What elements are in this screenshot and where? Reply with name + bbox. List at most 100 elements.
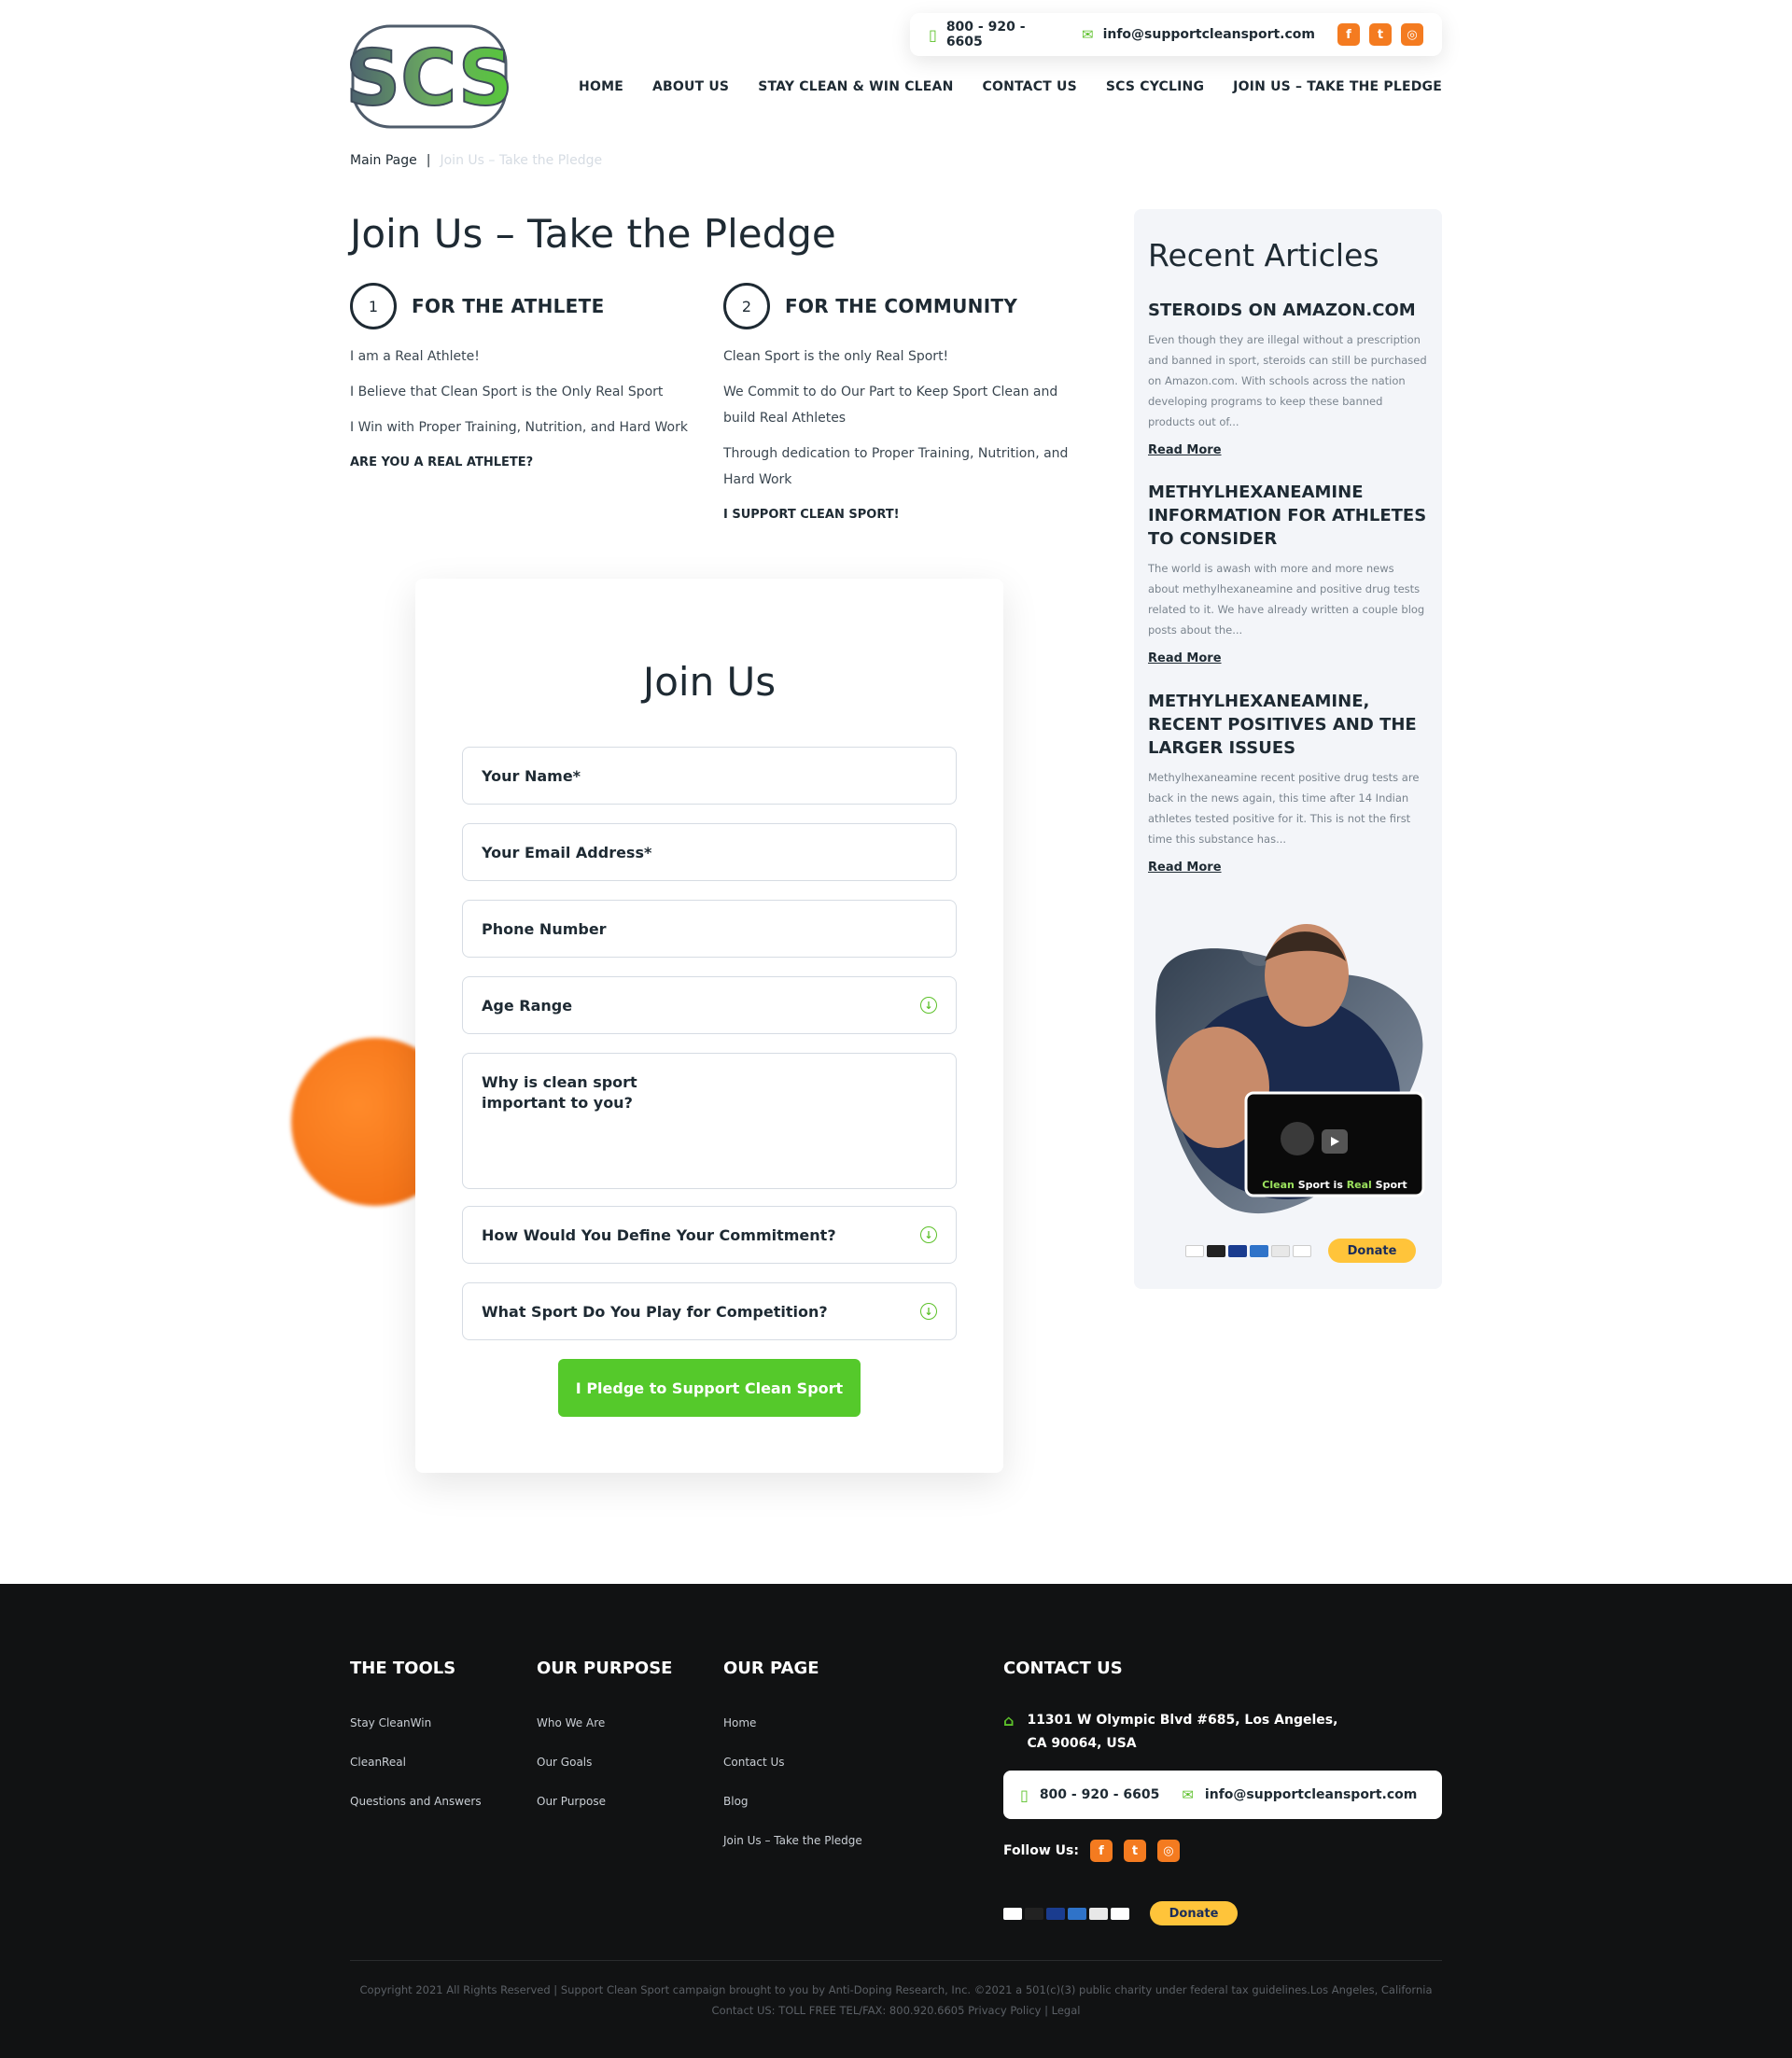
why-placeholder: Why is clean sport important to you?: [482, 1073, 637, 1112]
read-more-link[interactable]: Read More: [1148, 651, 1428, 665]
email-placeholder: Your Email Address*: [482, 843, 652, 861]
facebook-icon[interactable]: f: [1337, 23, 1360, 46]
chevron-down-icon: ↓: [920, 1303, 937, 1320]
article-card: METHYLHEXANEAMINE INFORMATION FOR ATHLET…: [1148, 481, 1428, 665]
footer-link[interactable]: Join Us – Take the Pledge: [723, 1821, 862, 1860]
sidebar-title: Recent Articles: [1148, 237, 1379, 273]
community-line: Clean Sport is the only Real Sport!: [723, 349, 949, 364]
address-line: CA 90064, USA: [1027, 1736, 1137, 1751]
breadcrumb: Main Page | Join Us – Take the Pledge: [350, 153, 602, 168]
header-email-text: info@supportcleansport.com: [1102, 27, 1315, 42]
age-range-select[interactable]: Age Range ↓: [462, 976, 957, 1034]
breadcrumb-home[interactable]: Main Page: [350, 153, 417, 168]
instagram-icon[interactable]: ◎: [1156, 1840, 1180, 1862]
footer-link[interactable]: Who We Are: [537, 1703, 606, 1743]
footer-purpose-title: OUR PURPOSE: [537, 1659, 673, 1678]
footer-contact-bar: ▯ 800 - 920 - 6605 ✉ info@supportcleansp…: [1003, 1771, 1442, 1819]
footer-link[interactable]: Contact Us: [723, 1743, 862, 1782]
age-range-label: Age Range: [482, 996, 573, 1015]
nav-join-us[interactable]: JOIN US – TAKE THE PLEDGE: [1233, 79, 1442, 94]
mail-icon: ✉: [1081, 26, 1094, 43]
twitter-icon[interactable]: t: [1123, 1840, 1146, 1862]
footer-link[interactable]: Our Purpose: [537, 1782, 606, 1821]
form-title: Join Us: [642, 659, 777, 705]
footer-email[interactable]: info@supportcleansport.com: [1205, 1787, 1417, 1802]
main-nav: HOME ABOUT US STAY CLEAN & WIN CLEAN CON…: [579, 79, 1442, 94]
footer-tools-list: Stay CleanWin CleanReal Questions and An…: [350, 1703, 482, 1821]
header-phone-text: 800 - 920 - 6605: [945, 20, 1026, 49]
athlete-video-graphic: Clean Sport is Real Sport: [1148, 910, 1428, 1218]
phone-icon: ▯: [1020, 1785, 1029, 1804]
footer-address: ⌂ 11301 W Olympic Blvd #685, Los Angeles…: [1003, 1709, 1337, 1756]
footer-page-title: OUR PAGE: [723, 1659, 819, 1678]
map-icon: ⌂: [1003, 1712, 1015, 1729]
read-more-link[interactable]: Read More: [1148, 443, 1428, 457]
instagram-icon[interactable]: ◎: [1401, 23, 1423, 46]
nav-contact-us[interactable]: CONTACT US: [983, 79, 1077, 94]
video-play-button[interactable]: [1245, 1092, 1424, 1197]
follow-label: Follow Us:: [1003, 1843, 1079, 1858]
article-card: STEROIDS ON AMAZON.COM Even though they …: [1148, 299, 1428, 457]
read-more-link[interactable]: Read More: [1148, 861, 1428, 875]
header-phone[interactable]: ▯ 800 - 920 - 6605: [929, 20, 1059, 49]
copyright-text: Copyright 2021 All Rights Reserved | Sup…: [359, 1983, 1433, 2017]
article-title[interactable]: METHYLHEXANEAMINE INFORMATION FOR ATHLET…: [1148, 481, 1428, 551]
phone-input[interactable]: Phone Number: [462, 900, 957, 958]
footer-phone[interactable]: 800 - 920 - 6605: [1040, 1787, 1160, 1802]
footer-link[interactable]: Stay CleanWin: [350, 1703, 482, 1743]
name-input[interactable]: Your Name*: [462, 747, 957, 805]
payment-cards-icon: [1003, 1907, 1129, 1920]
community-pledge: 2 FOR THE COMMUNITY Clean Sport is the o…: [723, 282, 1078, 538]
header-email[interactable]: ✉ info@supportcleansport.com: [1082, 26, 1315, 43]
nav-scs-cycling[interactable]: SCS CYCLING: [1106, 79, 1204, 94]
footer-tools-title: THE TOOLS: [350, 1659, 456, 1678]
nav-home[interactable]: HOME: [579, 79, 623, 94]
email-input[interactable]: Your Email Address*: [462, 823, 957, 881]
donate-button[interactable]: Donate: [1328, 1239, 1416, 1263]
community-line: Through dedication to Proper Training, N…: [723, 446, 1069, 487]
commitment-label: How Would You Define Your Commitment?: [482, 1225, 836, 1244]
chevron-down-icon: ↓: [920, 997, 937, 1014]
why-clean-sport-textarea[interactable]: Why is clean sport important to you?: [462, 1053, 957, 1189]
footer-purpose-list: Who We Are Our Goals Our Purpose: [537, 1703, 606, 1821]
footer-link[interactable]: Blog: [723, 1782, 862, 1821]
phone-icon: ▯: [929, 25, 937, 44]
twitter-icon[interactable]: t: [1369, 23, 1392, 46]
athlete-closing: ARE YOU A REAL ATHLETE?: [350, 455, 534, 469]
breadcrumb-current: Join Us – Take the Pledge: [440, 153, 603, 168]
nav-stay-clean[interactable]: STAY CLEAN & WIN CLEAN: [758, 79, 953, 94]
article-excerpt: Methylhexaneamine recent positive drug t…: [1148, 771, 1420, 846]
athlete-line: I Believe that Clean Sport is the Only R…: [350, 385, 664, 399]
facebook-icon[interactable]: f: [1089, 1840, 1113, 1862]
article-excerpt: The world is awash with more and more ne…: [1148, 562, 1425, 637]
scs-logo[interactable]: SCS: [344, 19, 514, 134]
footer-donate-row: Donate: [1003, 1901, 1238, 1925]
mail-icon: ✉: [1182, 1786, 1194, 1803]
footer: THE TOOLS Stay CleanWin CleanReal Questi…: [0, 1584, 1792, 2058]
pledge-submit-button[interactable]: I Pledge to Support Clean Sport: [558, 1359, 861, 1417]
payment-cards-icon: [1185, 1244, 1311, 1257]
footer-link[interactable]: Questions and Answers: [350, 1782, 482, 1821]
footer-page-list: Home Contact Us Blog Join Us – Take the …: [723, 1703, 862, 1860]
address-line: 11301 W Olympic Blvd #685, Los Angeles,: [1027, 1713, 1338, 1728]
header-contact-bar: ▯ 800 - 920 - 6605 ✉ info@supportcleansp…: [910, 13, 1442, 56]
footer-follow: Follow Us: f t ◎: [1003, 1840, 1180, 1862]
breadcrumb-separator: |: [426, 153, 431, 168]
community-title: FOR THE COMMUNITY: [785, 295, 1018, 317]
logo-text: SCS: [349, 35, 510, 123]
athlete-line: I am a Real Athlete!: [350, 349, 480, 364]
footer-link[interactable]: Home: [723, 1703, 862, 1743]
sport-label: What Sport Do You Play for Competition?: [482, 1302, 828, 1321]
commitment-select[interactable]: How Would You Define Your Commitment? ↓: [462, 1206, 957, 1264]
footer-link[interactable]: CleanReal: [350, 1743, 482, 1782]
article-title[interactable]: METHYLHEXANEAMINE, RECENT POSITIVES AND …: [1148, 690, 1428, 760]
donate-button[interactable]: Donate: [1150, 1901, 1238, 1925]
article-title[interactable]: STEROIDS ON AMAZON.COM: [1148, 299, 1428, 322]
article-excerpt: Even though they are illegal without a p…: [1148, 333, 1427, 428]
sport-select[interactable]: What Sport Do You Play for Competition? …: [462, 1282, 957, 1340]
athlete-line: I Win with Proper Training, Nutrition, a…: [350, 420, 688, 435]
chevron-down-icon: ↓: [920, 1226, 937, 1243]
footer-link[interactable]: Our Goals: [537, 1743, 606, 1782]
sidebar-donate-row: Donate: [1185, 1239, 1416, 1263]
nav-about-us[interactable]: ABOUT US: [652, 79, 729, 94]
